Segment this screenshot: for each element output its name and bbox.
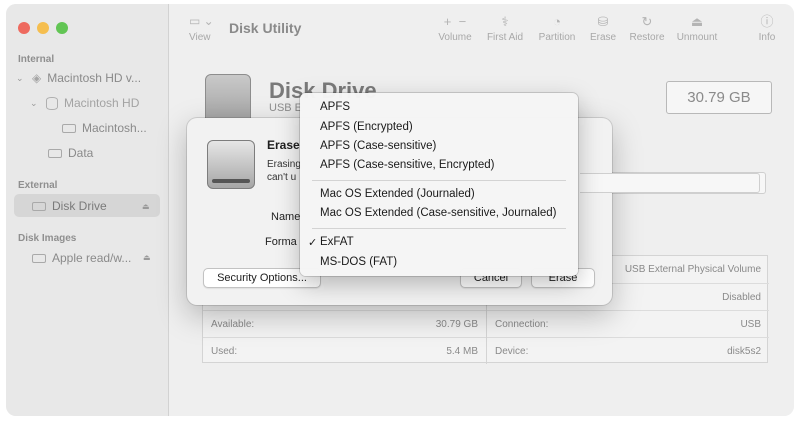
drive-subtitle: USB E [269, 102, 303, 114]
disk-image-icon [32, 253, 46, 263]
restore-button[interactable]: ↻ Restore [627, 14, 667, 43]
sidebar: Internal ⌄ ◈ Macintosh HD v... ⌄ Macinto… [6, 4, 169, 416]
info-value: USB External Physical Volume [624, 264, 761, 275]
partition-icon: ◔ [553, 14, 561, 29]
info-value: USB [740, 318, 761, 330]
chevron-down-icon[interactable]: ⌄ [30, 98, 40, 109]
sidebar-item-label: Disk Drive [52, 199, 107, 213]
unmount-label: Unmount [676, 32, 718, 43]
name-input[interactable] [580, 173, 760, 193]
info-label: Available: [211, 318, 255, 330]
sidebar-item-macintosh-snapshot[interactable]: Macintosh... [62, 121, 147, 135]
menu-item-apfs[interactable]: APFS [320, 101, 350, 113]
info-label: Device: [495, 345, 529, 357]
table-row: Used: 5.4 MB [203, 337, 486, 364]
info-label: Used: [211, 345, 238, 357]
info-button[interactable]: ⓘ Info [753, 14, 781, 43]
sidebar-item-label: Apple read/w... [52, 251, 132, 265]
minus-icon[interactable]: − [459, 14, 467, 29]
chevron-down-icon[interactable]: ⌄ [16, 73, 26, 84]
info-icon: ⓘ [760, 14, 774, 29]
restore-label: Restore [629, 32, 665, 43]
table-row: Device: disk5s2 [487, 337, 769, 364]
disk-icon [48, 148, 62, 158]
menu-separator [312, 228, 566, 229]
external-drive-icon [207, 140, 255, 189]
sidebar-item-macintosh-hd-volume[interactable]: ⌄ Macintosh HD [30, 96, 139, 110]
sidebar-section-internal: Internal [18, 54, 55, 65]
first-aid-label: First Aid [486, 32, 524, 43]
erase-sheet-title: Erase [267, 138, 300, 152]
drive-size: 30.79 GB [666, 81, 772, 114]
menu-item-apfs-case-sensitive[interactable]: APFS (Case-sensitive) [320, 140, 436, 152]
volume-label: Volume [438, 32, 472, 43]
disk-icon [62, 123, 76, 133]
format-label: Forma [265, 236, 297, 248]
volume-button[interactable]: + − Volume [435, 14, 475, 43]
volume-icon [46, 96, 58, 110]
minimize-window-button[interactable] [37, 22, 49, 34]
partition-label: Partition [538, 32, 576, 43]
restore-icon: ↻ [641, 14, 653, 29]
layers-icon: ◈ [32, 71, 42, 85]
window-title: Disk Utility [229, 20, 302, 36]
format-dropdown-menu: APFS APFS (Encrypted) APFS (Case-sensiti… [300, 93, 578, 276]
erase-label: Erase [589, 32, 617, 43]
partition-button[interactable]: ◔ Partition [535, 14, 579, 43]
close-window-button[interactable] [18, 22, 30, 34]
menu-item-exfat[interactable]: ExFAT [320, 236, 354, 248]
info-value: Disabled [722, 291, 761, 303]
unmount-icon: ⏏ [690, 14, 704, 29]
table-row: Available: 30.79 GB [203, 310, 486, 337]
sidebar-item-label: Macintosh HD v... [47, 71, 142, 85]
menu-item-apfs-case-sensitive-encrypted[interactable]: APFS (Case-sensitive, Encrypted) [320, 159, 494, 171]
erase-disk-icon: ⛁ [597, 14, 609, 29]
menu-item-mac-os-extended-journaled[interactable]: Mac OS Extended (Journaled) [320, 188, 475, 200]
erase-toolbar-button[interactable]: ⛁ Erase [587, 14, 619, 43]
sidebar-item-label: Macintosh... [82, 121, 147, 135]
table-row: Connection: USB [487, 310, 769, 337]
sidebar-item-macintosh-hd-container[interactable]: ⌄ ◈ Macintosh HD v... [16, 71, 141, 85]
plus-icon[interactable]: + [444, 14, 452, 29]
view-label: View [189, 32, 211, 43]
menu-separator [312, 180, 566, 181]
info-value: disk5s2 [727, 345, 761, 357]
unmount-button[interactable]: ⏏ Unmount [674, 14, 720, 43]
sidebar-toggle-icon: ▭ ⌄ [189, 14, 214, 28]
menu-item-mac-os-extended-case-sensitive-journaled[interactable]: Mac OS Extended (Case-sensitive, Journal… [320, 207, 557, 219]
zoom-window-button[interactable] [56, 22, 68, 34]
sidebar-item-label: Macintosh HD [64, 96, 140, 110]
view-button[interactable]: ▭ ⌄ View [189, 14, 214, 43]
sidebar-item-apple-read[interactable]: Apple read/w... [32, 251, 131, 265]
info-label: Connection: [495, 318, 549, 330]
info-value: 30.79 GB [435, 318, 478, 330]
checkmark-icon: ✓ [308, 237, 318, 249]
info-value: 5.4 MB [446, 345, 478, 357]
plus-minus-icon: + − [435, 14, 475, 32]
sidebar-item-data[interactable]: Data [48, 146, 93, 160]
external-disk-icon [32, 201, 46, 211]
name-label: Name [271, 211, 301, 223]
menu-item-ms-dos-fat[interactable]: MS-DOS (FAT) [320, 256, 397, 268]
stethoscope-icon: ⚕ [501, 14, 509, 29]
sidebar-item-label: Data [68, 146, 94, 160]
menu-item-apfs-encrypted[interactable]: APFS (Encrypted) [320, 121, 413, 133]
sidebar-section-external: External [18, 180, 58, 191]
eject-icon[interactable]: ⏏ [142, 202, 150, 211]
sidebar-item-disk-drive[interactable]: Disk Drive [32, 199, 107, 213]
sidebar-section-disk-images: Disk Images [18, 233, 77, 244]
info-label: Info [758, 32, 776, 43]
first-aid-button[interactable]: ⚕ First Aid [483, 14, 527, 43]
eject-icon[interactable]: ⏏ [143, 253, 151, 262]
